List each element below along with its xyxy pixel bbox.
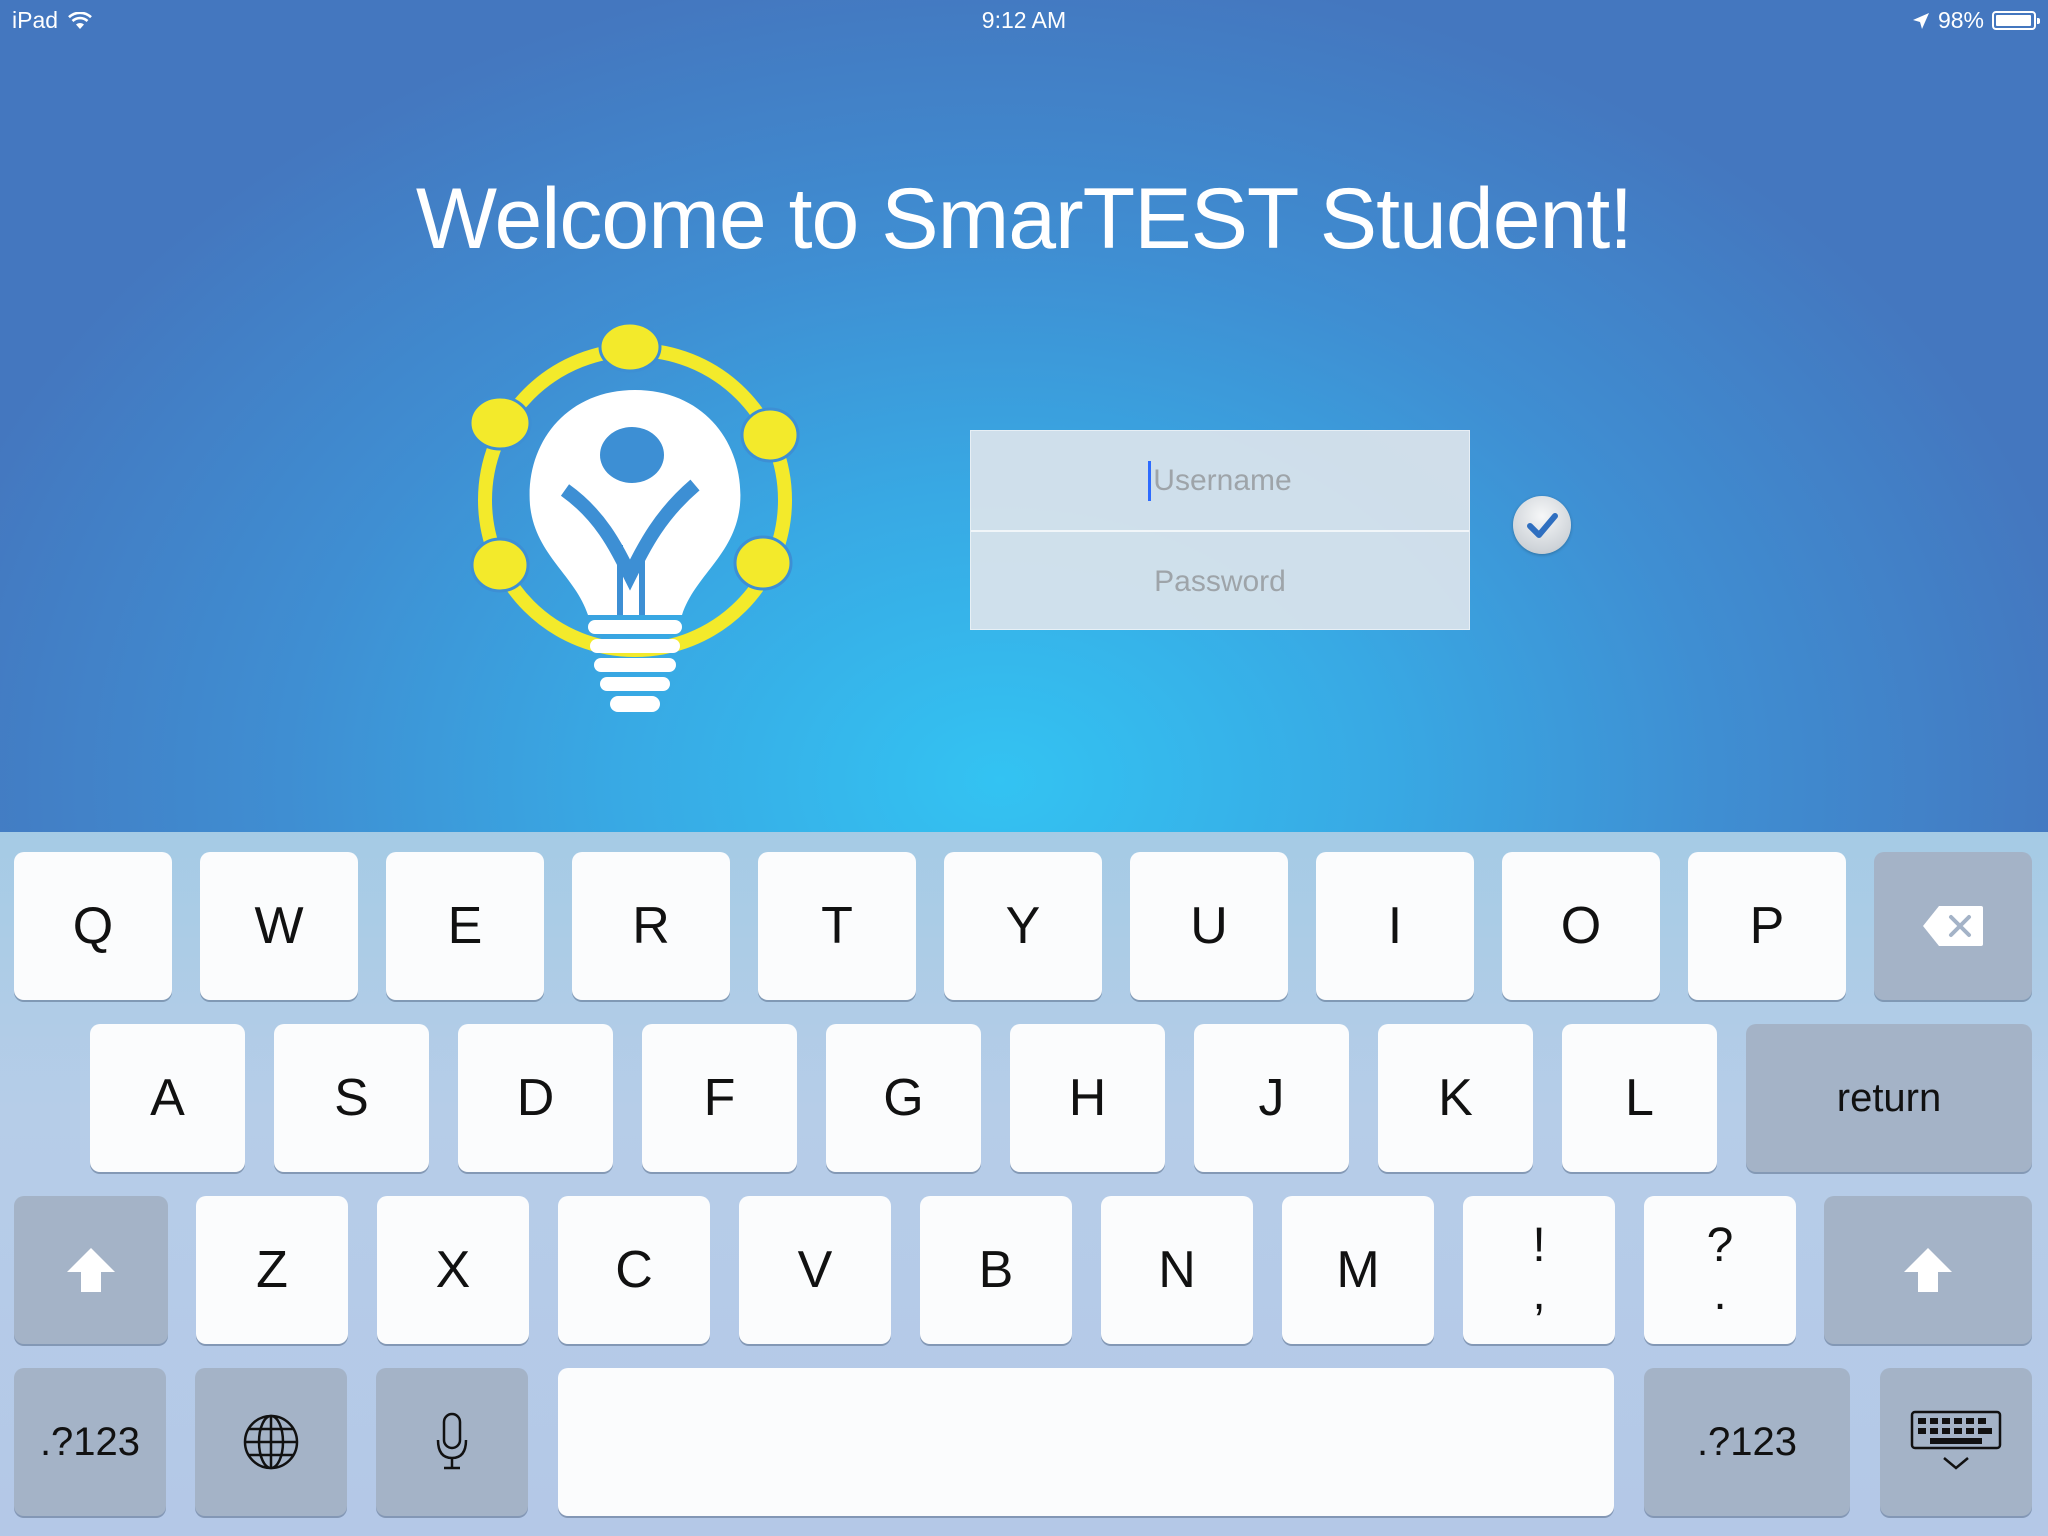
login-submit-button[interactable]: [1513, 496, 1571, 554]
key-bottom-char: .: [1713, 1267, 1727, 1320]
key-m[interactable]: M: [1282, 1196, 1434, 1344]
checkmark-icon: [1527, 513, 1558, 538]
key-s[interactable]: S: [274, 1024, 429, 1172]
status-time: 9:12 AM: [981, 7, 1067, 33]
hide-keyboard-key[interactable]: [1880, 1368, 2032, 1516]
status-bar: iPad 9:12 AM 98%: [0, 0, 2048, 40]
shift-key-right[interactable]: [1824, 1196, 2032, 1344]
key-g[interactable]: G: [826, 1024, 981, 1172]
key-b[interactable]: B: [920, 1196, 1072, 1344]
shift-icon: [1904, 1248, 1952, 1292]
username-field[interactable]: Username: [971, 431, 1469, 532]
key-q[interactable]: Q: [14, 852, 172, 1000]
numbers-key-left[interactable]: .?123: [14, 1368, 166, 1516]
key-top-char: !: [1532, 1219, 1546, 1272]
welcome-title: Welcome to SmarTEST Student!: [415, 171, 1633, 267]
microphone-icon: [436, 1412, 468, 1470]
numbers-key-right[interactable]: .?123: [1644, 1368, 1850, 1516]
key-n[interactable]: N: [1101, 1196, 1253, 1344]
key-r[interactable]: R: [572, 852, 730, 1000]
globe-key[interactable]: [195, 1368, 347, 1516]
password-placeholder: Password: [1154, 564, 1286, 598]
key-y[interactable]: Y: [944, 852, 1102, 1000]
username-placeholder: Username: [1153, 463, 1292, 497]
key-p[interactable]: P: [1688, 852, 1846, 1000]
key-bottom-char: ,: [1532, 1267, 1546, 1320]
key-a[interactable]: A: [90, 1024, 245, 1172]
space-bar[interactable]: [558, 1368, 1614, 1516]
key-top-char: ?: [1706, 1219, 1734, 1272]
keyboard-dismiss-icon: [1910, 1410, 2002, 1470]
text-caret: [1148, 460, 1152, 501]
key-u[interactable]: U: [1130, 852, 1288, 1000]
battery-percent: 98%: [1937, 7, 1984, 33]
key-h[interactable]: H: [1010, 1024, 1165, 1172]
key-o[interactable]: O: [1502, 852, 1660, 1000]
battery-icon: [1992, 11, 2040, 30]
key-l[interactable]: L: [1562, 1024, 1717, 1172]
onscreen-keyboard: QWERTYUIOP ASDFGHJKL ZXCVBNM return ! , …: [0, 832, 2048, 1536]
location-arrow-icon: [1912, 12, 1929, 29]
shift-key-left[interactable]: [14, 1196, 168, 1344]
smartest-lightbulb-logo: [470, 321, 800, 712]
key-v[interactable]: V: [739, 1196, 891, 1344]
shift-icon: [67, 1248, 115, 1292]
delete-key[interactable]: [1874, 852, 2032, 1000]
key-e[interactable]: E: [386, 852, 544, 1000]
key-z[interactable]: Z: [196, 1196, 348, 1344]
key-i[interactable]: I: [1316, 852, 1474, 1000]
key-t[interactable]: T: [758, 852, 916, 1000]
key-w[interactable]: W: [200, 852, 358, 1000]
key-exclaim-comma[interactable]: ! ,: [1463, 1196, 1615, 1344]
login-form: Username Password: [970, 430, 1470, 630]
key-k[interactable]: K: [1378, 1024, 1533, 1172]
delete-icon: [1923, 906, 1983, 946]
key-c[interactable]: C: [558, 1196, 710, 1344]
globe-icon: [243, 1414, 299, 1470]
key-d[interactable]: D: [458, 1024, 613, 1172]
key-x[interactable]: X: [377, 1196, 529, 1344]
app-screen: iPad 9:12 AM 98% Welcome to SmarTEST Stu…: [0, 0, 2048, 832]
dictation-key[interactable]: [376, 1368, 528, 1516]
password-field[interactable]: Password: [971, 532, 1469, 631]
key-j[interactable]: J: [1194, 1024, 1349, 1172]
return-key[interactable]: return: [1746, 1024, 2032, 1172]
key-question-period[interactable]: ? .: [1644, 1196, 1796, 1344]
key-f[interactable]: F: [642, 1024, 797, 1172]
